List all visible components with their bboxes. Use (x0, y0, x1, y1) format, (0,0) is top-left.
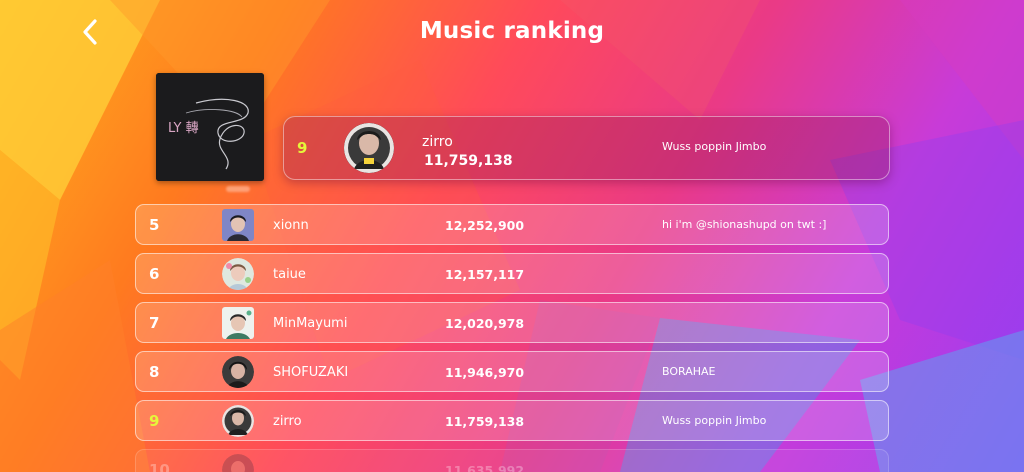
player-name: taiue (273, 267, 306, 282)
avatar-image (222, 209, 254, 241)
my-rank-message: Wuss poppin Jimbo (662, 140, 767, 153)
player-message: Wuss poppin Jimbo (662, 414, 767, 427)
list-item[interactable]: 6 taiue 12,157,117 (135, 253, 889, 294)
avatar-image (344, 123, 394, 173)
player-score: 11,946,970 (445, 365, 525, 380)
player-score: 11,759,138 (445, 414, 525, 429)
player-score: 11,635,992 (445, 463, 525, 472)
rank-number: 10 (149, 461, 170, 472)
list-item[interactable]: 7 MinMayumi 12,020,978 (135, 302, 889, 343)
rank-number: 6 (149, 265, 160, 283)
list-item[interactable]: 5 xionn 12,252,900 hi i'm @shionashupd o… (135, 204, 889, 245)
avatar-image (222, 356, 254, 388)
page-title: Music ranking (419, 18, 605, 44)
rank-number: 9 (149, 412, 160, 430)
avatar[interactable] (222, 454, 254, 472)
avatar[interactable] (222, 356, 254, 388)
rank-number: 8 (149, 363, 160, 381)
avatar[interactable] (222, 258, 254, 290)
album-art-graphic: LY 轉 (156, 73, 264, 181)
rank-number: 7 (149, 314, 160, 332)
my-rank-number: 9 (297, 139, 308, 157)
player-name: MinMayumi (273, 316, 348, 331)
player-name: xionn (273, 218, 309, 233)
list-item[interactable]: 8 SHOFUZAKI 11,946,970 BORAHAE (135, 351, 889, 392)
avatar[interactable] (222, 307, 254, 339)
avatar-image (222, 258, 254, 290)
list-item[interactable]: 9 zirro 11,759,138 Wuss poppin Jimbo (135, 400, 889, 441)
player-name: SHOFUZAKI (273, 365, 349, 380)
avatar[interactable] (344, 123, 394, 173)
rank-number: 5 (149, 216, 160, 234)
player-score: 12,157,117 (445, 267, 525, 282)
my-rank-row[interactable]: 9 zirro 11,759,138 Wuss poppin Jimbo (283, 116, 890, 180)
album-indicator (226, 186, 250, 192)
avatar[interactable] (222, 405, 254, 437)
album-art-text: LY 轉 (168, 121, 199, 136)
avatar[interactable] (222, 209, 254, 241)
my-rank-name: zirro (422, 134, 453, 150)
list-item[interactable]: 10 11,635,992 (135, 449, 889, 472)
player-score: 12,020,978 (445, 316, 525, 331)
player-message: BORAHAE (662, 365, 716, 378)
my-rank-score: 11,759,138 (424, 153, 513, 169)
player-message: hi i'm @shionashupd on twt :] (662, 218, 827, 231)
avatar-image (222, 307, 254, 339)
album-art: LY 轉 (156, 73, 264, 181)
player-score: 12,252,900 (445, 218, 525, 233)
player-name: zirro (273, 414, 302, 429)
avatar-image (222, 454, 254, 472)
avatar-image (222, 405, 254, 437)
